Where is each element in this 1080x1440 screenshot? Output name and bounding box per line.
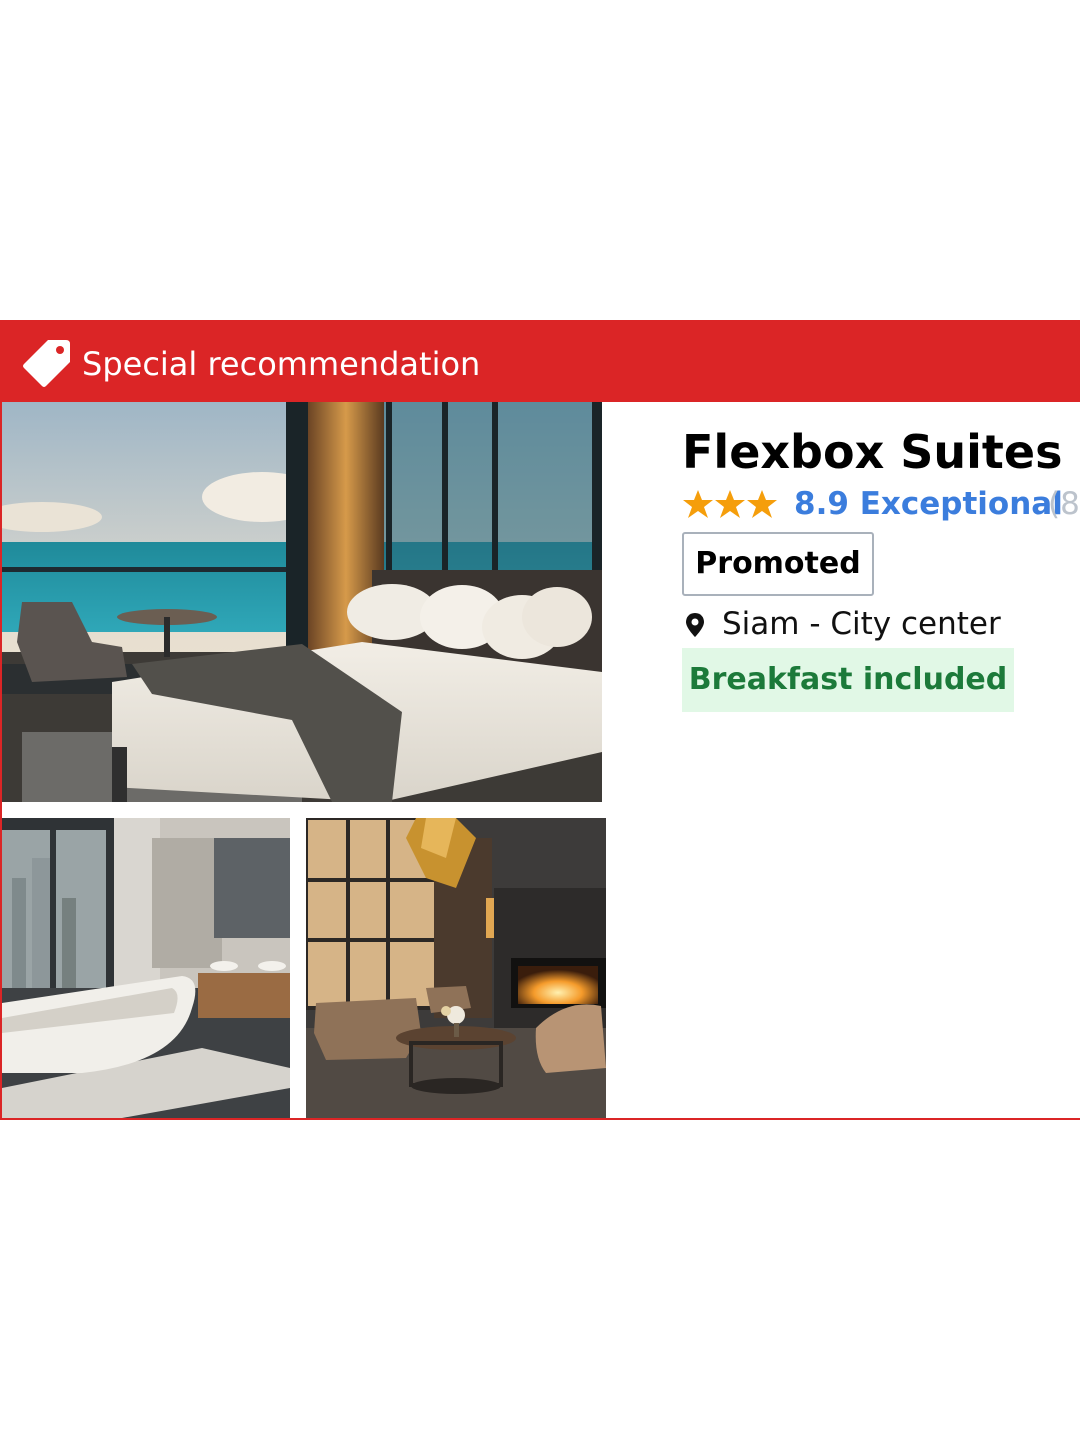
bedroom-image (2, 402, 602, 802)
special-recommendation-banner: Special recommendation (2, 322, 1080, 402)
promoted-badge: Promoted (682, 532, 874, 596)
hotel-name[interactable]: Flexbox Suites Ba (682, 422, 1080, 482)
breakfast-included-badge: Breakfast included (682, 648, 1014, 712)
price-tag-icon (23, 340, 70, 387)
hotel-card[interactable]: Special recommendation Flexbox Suites 8.… (0, 320, 1080, 1120)
bathroom-image (2, 818, 290, 1118)
photo-bathroom-bathtub[interactable] (2, 818, 290, 1118)
lounge-image (306, 818, 606, 1118)
banner-label: Special recommendation (82, 345, 481, 383)
map-pin-icon (686, 613, 704, 637)
review-count: (8, (1048, 486, 1080, 522)
review-score[interactable]: 8.9 Exceptional (794, 482, 1063, 526)
star-rating-icon (683, 490, 777, 518)
location-text[interactable]: Siam - City center (722, 602, 1001, 646)
photo-bedroom-ocean-view[interactable] (2, 402, 602, 802)
photo-lounge-fireplace[interactable] (306, 818, 606, 1118)
